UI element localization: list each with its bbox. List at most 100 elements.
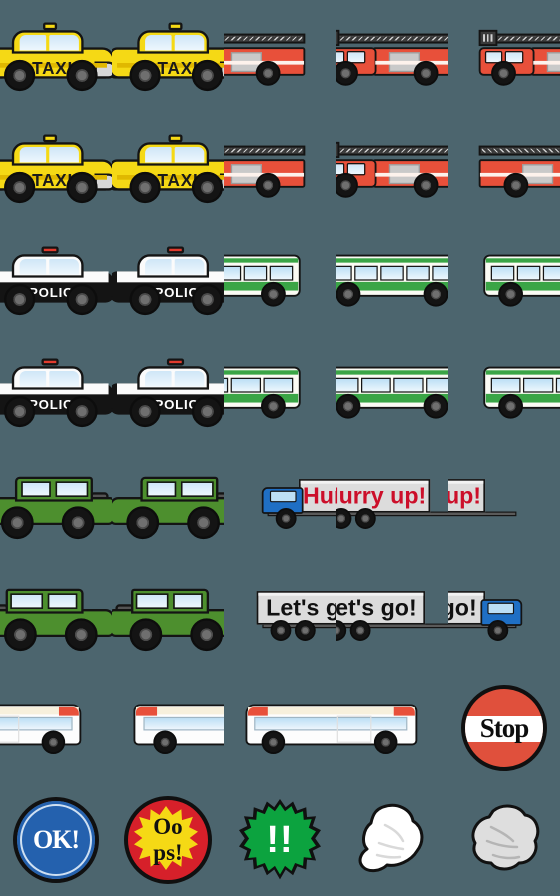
sticker-cell-van-rear-half[interactable] (112, 672, 224, 784)
police-car-light-bar (166, 246, 185, 254)
smoke-puff-gray-icon (465, 803, 543, 877)
fire-truck-basket (336, 141, 340, 159)
sticker-cell-bus-front-flip[interactable] (448, 336, 560, 448)
jeep-rear-wheel (61, 506, 95, 540)
sticker-cell-bus-front[interactable] (224, 224, 336, 336)
van-window-band (254, 716, 336, 731)
sticker-cell-truck-letsgo-rear[interactable]: Let's go! (224, 560, 336, 672)
cargo-truck-vehicle: Hurry up! (336, 479, 448, 529)
sticker-cell-police-front-half[interactable]: POLICE (0, 224, 112, 336)
jeep-front-window (21, 481, 51, 497)
police-car-front-window (145, 370, 172, 387)
sticker-cell-taxi-rear-mirrored[interactable]: TAXI (0, 112, 112, 224)
sticker-cell-jeep-rear-half[interactable] (112, 448, 224, 560)
cargo-truck-slogan: Let's go! (336, 594, 417, 621)
sticker-cell-jeep-front-mirrored[interactable] (112, 560, 224, 672)
sticker-cell-police-front-mirrored[interactable]: POLICE (112, 336, 224, 448)
jeep-vehicle (0, 474, 112, 540)
sticker-cell-truck-letsgo-cab[interactable]: Let's go! (448, 560, 560, 672)
fire-truck-stripe (533, 60, 560, 65)
bus-rear-wheel (423, 281, 448, 307)
sticker-cell-taxi-rear-half[interactable]: TAXI (112, 0, 224, 112)
bus-vehicle (336, 365, 448, 419)
sticker-cell-oops-badge[interactable]: Oo ps! (112, 784, 224, 896)
sticker-cell-jeep-front-half[interactable] (0, 448, 112, 560)
bus-window-row (490, 265, 560, 281)
sticker-cell-smoke-puff-white[interactable] (336, 784, 448, 896)
cargo-truck-cab-window (487, 602, 515, 615)
sticker-cell-fire-truck-front[interactable] (224, 0, 336, 112)
van-roof-red-right (393, 706, 415, 716)
bus-vehicle (483, 253, 560, 307)
police-car-vehicle: POLICE (112, 246, 224, 316)
fire-truck-vehicle (478, 29, 560, 86)
sticker-cell-fire-truck-middle[interactable] (336, 0, 448, 112)
sticker-cell-taxi-front-half[interactable]: TAXI (0, 0, 112, 112)
police-car-rear-wheel (66, 395, 98, 428)
sticker-cell-fire-truck-middle-flip[interactable] (336, 112, 448, 224)
van-vehicle (245, 702, 336, 755)
taxi-rear-window (174, 146, 205, 163)
sticker-cell-truck-letsgo-middle[interactable]: Let's go! (336, 560, 448, 672)
cargo-truck-vehicle: Let's go! (256, 591, 336, 641)
sticker-cell-double-exclamation-badge[interactable]: !! (224, 784, 336, 896)
sticker-cell-truck-hurry-rear[interactable]: Hurry up! (448, 448, 560, 560)
sticker-cell-taxi-front-mirrored[interactable]: TAXI (112, 112, 224, 224)
police-car-front-window (19, 370, 47, 387)
bus-vehicle (224, 365, 301, 419)
cargo-truck-wheel (336, 508, 352, 529)
taxi-roof-sign (43, 134, 58, 143)
van-side-door (0, 715, 20, 743)
sticker-cell-jeep-rear-mirrored[interactable] (0, 560, 112, 672)
cargo-truck-front-wheel (275, 508, 297, 529)
fire-truck-rear-wheel (413, 172, 439, 198)
bus-vehicle (224, 253, 301, 307)
sticker-cell-van-front-half[interactable] (0, 672, 112, 784)
bus-window-row (224, 377, 294, 393)
sticker-cell-smoke-puff-gray[interactable] (448, 784, 560, 896)
police-car-front-wheel (129, 283, 161, 316)
taxi-roof-sign (168, 134, 183, 143)
police-car-front-window (145, 258, 172, 275)
sticker-cell-stop-sign-badge[interactable]: Stop (448, 672, 560, 784)
sticker-cell-bus-rear-flip[interactable] (224, 336, 336, 448)
sticker-cell-police-rear-half[interactable]: POLICE (112, 224, 224, 336)
fire-truck-front-wheel (336, 60, 358, 86)
bus-front-wheel (336, 393, 361, 419)
van-vehicle (133, 702, 224, 755)
jeep-vehicle (112, 586, 224, 652)
bus-window (336, 265, 352, 281)
sticker-cell-bus-middle-flip[interactable] (336, 336, 448, 448)
stop-label: Stop (479, 712, 530, 743)
van-roof-red-right (135, 706, 158, 716)
bus-window-row (490, 377, 560, 393)
sticker-cell-police-rear-mirrored[interactable]: POLICE (0, 336, 112, 448)
taxi-front-wheel (4, 171, 36, 204)
police-car-front-wheel (4, 283, 36, 316)
sticker-cell-bus-rear[interactable] (448, 224, 560, 336)
fire-truck-ladder (487, 33, 560, 44)
cargo-truck-vehicle: Hurry up! (448, 479, 522, 529)
sticker-cell-bus-middle[interactable] (336, 224, 448, 336)
sticker-cell-van-rear-mirrored[interactable] (224, 672, 336, 784)
bus-window (360, 377, 391, 393)
fire-truck-front-wheel (491, 60, 516, 86)
taxi-vehicle: TAXI (0, 22, 112, 92)
sticker-cell-truck-hurry-middle[interactable]: Hurry up! (336, 448, 448, 560)
jeep-front-window (173, 593, 203, 609)
bus-window-row (224, 265, 294, 281)
jeep-front-wheel (126, 506, 160, 540)
sticker-cell-fire-truck-rear[interactable] (448, 0, 560, 112)
sticker-cell-fire-truck-front-flip[interactable] (448, 112, 560, 224)
bus-window (354, 265, 378, 281)
van-front-wheel (261, 730, 286, 755)
cargo-truck-slogan: Hurry up! (336, 482, 427, 509)
bus-green-band (485, 393, 560, 403)
police-car-front-wheel (129, 395, 161, 428)
cargo-truck-slogan: Let's go! (448, 594, 477, 621)
sticker-cell-ok-badge[interactable]: OK! (0, 784, 112, 896)
sticker-cell-truck-hurry-cab[interactable]: Hurry up! (224, 448, 336, 560)
sticker-cell-van-front-mirrored[interactable] (336, 672, 448, 784)
taxi-front-wheel (129, 171, 161, 204)
sticker-cell-fire-truck-rear-flip[interactable] (224, 112, 336, 224)
